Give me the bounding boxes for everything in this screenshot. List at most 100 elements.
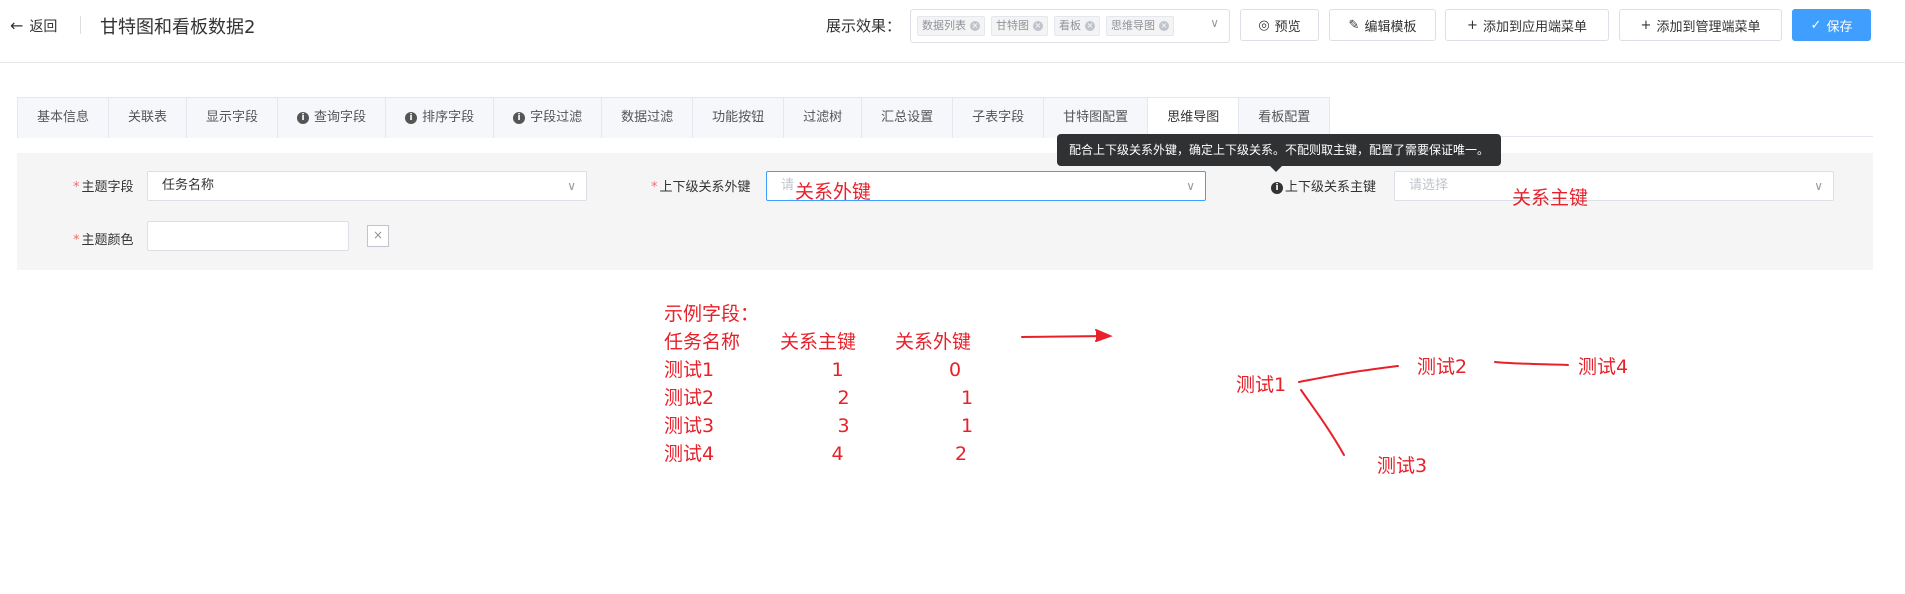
close-icon: × — [372, 228, 384, 242]
info-icon: i — [513, 112, 526, 124]
header-divider — [80, 16, 81, 34]
parent-fk-label: * 上下级关系外键 — [651, 180, 751, 195]
display-effect-label: 展示效果： — [826, 17, 902, 35]
display-tag: 思维导图 × — [1106, 16, 1174, 36]
topic-field-label: * 主题字段 — [73, 180, 134, 195]
tab-8[interactable]: 过滤树 — [784, 98, 863, 138]
top-header: ← 返回 甘特图和看板数据2 展示效果： 数据列表 × 甘特图 × 看板 × 思维导图 × ∨… — [0, 0, 1905, 63]
display-tag: 数据列表 × — [917, 16, 985, 36]
topic-field-value: 任务名称 — [162, 178, 215, 193]
tree-node-4: 测试4 — [1578, 356, 1629, 378]
tab-10[interactable]: 子表字段 — [953, 98, 1045, 138]
tab-label: 查询字段 — [314, 110, 367, 125]
topic-color-label: * 主题颜色 — [73, 233, 134, 248]
parent-pk-placeholder: 请选择 — [1409, 178, 1449, 193]
config-tabs: 基本信息 关联表 显示字段 i 查询字段 i 排序字段 i 字段过滤 数据过滤 功能按钮 过滤树 汇总设… — [17, 97, 1331, 138]
topic-field-select[interactable]: 任务名称 ∨ — [147, 171, 587, 201]
info-icon: i — [405, 112, 418, 124]
back-button[interactable]: ← 返回 — [10, 16, 57, 36]
arrow-right-stroke — [1021, 335, 1109, 338]
parent-fk-placeholder: 请 — [781, 178, 795, 193]
example-row: 测试4 4 2 — [664, 443, 968, 465]
add-admin-menu-label: 添加到管理端菜单 — [1656, 19, 1761, 35]
tab-label: 字段过滤 — [530, 110, 583, 125]
example-row: 测试2 2 1 — [664, 387, 974, 409]
tab-label: 过滤树 — [803, 110, 843, 125]
tree-node-3: 测试3 — [1377, 455, 1428, 477]
parent-pk-label: i 上下级关系主键 — [1271, 176, 1376, 195]
parent-pk-tooltip: 配合上下级关系外键，确定上下级关系。不配则取主键，配置了需要保证唯一。 — [1057, 134, 1502, 172]
tab-label: 显示字段 — [206, 110, 259, 125]
tab-12[interactable]: 思维导图 — [1148, 98, 1240, 138]
close-icon[interactable]: × — [1159, 21, 1169, 31]
pen-icon: ✎ — [1348, 17, 1360, 33]
chevron-down-icon: ∨ — [1814, 179, 1823, 193]
add-admin-menu-button[interactable]: + 添加到管理端菜单 — [1619, 9, 1782, 41]
tab-label: 甘特图配置 — [1063, 110, 1129, 125]
mindmap-config-form: * 主题字段 任务名称 ∨ * 上下级关系外键 请 ∨ i 上下级关系主键 请选择 ∨… — [17, 153, 1873, 270]
example-header-row: 任务名称 关系主键 关系外键 — [664, 331, 972, 353]
preview-label: 预览 — [1274, 19, 1301, 35]
close-icon[interactable]: × — [970, 21, 980, 31]
tab-label: 数据过滤 — [621, 110, 674, 125]
eye-icon: ◎ — [1258, 17, 1270, 33]
example-row: 测试1 1 0 — [664, 359, 962, 381]
chevron-down-icon: ∨ — [567, 179, 576, 193]
display-tag: 看板 × — [1054, 16, 1100, 36]
topic-color-input[interactable] — [147, 221, 349, 251]
save-label: 保存 — [1826, 19, 1853, 35]
tab-11[interactable]: 甘特图配置 — [1044, 98, 1149, 138]
tab-label: 排序字段 — [422, 110, 475, 125]
chevron-down-icon: ∨ — [1186, 179, 1195, 193]
tab-7[interactable]: 功能按钮 — [693, 98, 785, 138]
check-icon: ✓ — [1810, 17, 1822, 33]
preview-button[interactable]: ◎ 预览 — [1240, 9, 1319, 41]
edit-template-button[interactable]: ✎ 编辑模板 — [1329, 9, 1436, 41]
tab-label: 汇总设置 — [881, 110, 934, 125]
tab-6[interactable]: 数据过滤 — [602, 98, 694, 138]
display-tag: 甘特图 × — [991, 16, 1048, 36]
info-icon[interactable]: i — [1271, 181, 1283, 194]
display-effect-select[interactable]: 数据列表 × 甘特图 × 看板 × 思维导图 × ∨ — [910, 9, 1230, 43]
tree-edge-2-4 — [1494, 361, 1569, 366]
back-label: 返回 — [29, 19, 58, 35]
annotation-example: 示例字段： 任务名称 关系主键 关系外键 测试1 1 0 测试2 2 1 测试3 3 1 测试4 4… — [664, 300, 1027, 468]
parent-pk-select[interactable]: 请选择 ∨ — [1394, 171, 1834, 201]
tab-2[interactable]: 显示字段 — [187, 98, 279, 138]
example-title: 示例字段： — [664, 303, 760, 325]
tree-node-1: 测试1 — [1236, 374, 1287, 396]
add-app-menu-button[interactable]: + 添加到应用端菜单 — [1445, 9, 1609, 41]
close-icon[interactable]: × — [1085, 21, 1095, 31]
tab-label: 看板配置 — [1258, 110, 1311, 125]
tab-3[interactable]: i 查询字段 — [278, 98, 387, 138]
tab-label: 关联表 — [128, 110, 168, 125]
tree-edge-1-2 — [1298, 365, 1399, 383]
tab-label: 子表字段 — [972, 110, 1025, 125]
plus-icon: + — [1467, 17, 1478, 33]
clear-color-button[interactable]: × — [367, 225, 389, 247]
close-icon[interactable]: × — [1033, 21, 1043, 31]
arrow-left-icon: ← — [10, 16, 24, 35]
tree-edge-1-3 — [1300, 389, 1345, 456]
tab-label: 功能按钮 — [712, 110, 765, 125]
tab-label: 基本信息 — [37, 110, 90, 125]
chevron-down-icon: ∨ — [1210, 16, 1219, 30]
tab-13[interactable]: 看板配置 — [1239, 98, 1329, 138]
edit-template-label: 编辑模板 — [1364, 19, 1417, 35]
page-title: 甘特图和看板数据2 — [100, 17, 256, 38]
tab-0[interactable]: 基本信息 — [18, 98, 110, 138]
annotation-strokes — [1021, 329, 1569, 456]
annotation-fk-note: 关系外键 — [795, 181, 872, 203]
arrow-head-stroke — [1095, 329, 1113, 342]
tab-1[interactable]: 关联表 — [109, 98, 188, 138]
tab-5[interactable]: i 字段过滤 — [494, 98, 603, 138]
example-row: 测试3 3 1 — [664, 415, 974, 437]
info-icon: i — [297, 112, 310, 124]
example-rows: 测试1 1 0 测试2 2 1 测试3 3 1 测试4 4 2 — [664, 356, 1027, 468]
save-button[interactable]: ✓ 保存 — [1792, 9, 1871, 41]
tab-label: 思维导图 — [1167, 110, 1220, 125]
tab-4[interactable]: i 排序字段 — [386, 98, 495, 138]
display-tags: 数据列表 × 甘特图 × 看板 × 思维导图 × — [917, 16, 1174, 36]
annotation-pk-note: 关系主键 — [1512, 187, 1589, 209]
tab-9[interactable]: 汇总设置 — [862, 98, 954, 138]
